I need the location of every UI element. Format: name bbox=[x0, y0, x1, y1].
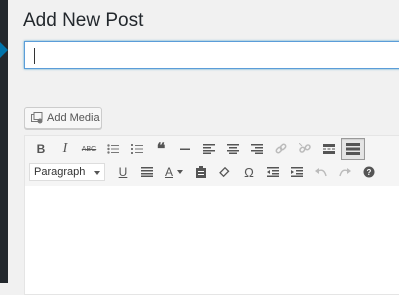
toolbar-row-1: B I ABC ❝ bbox=[29, 137, 365, 161]
post-editor: B I ABC ❝ Paragraph U A Ω ? bbox=[24, 135, 399, 295]
paragraph-format-value: Paragraph bbox=[34, 166, 86, 178]
editor-content-area[interactable] bbox=[25, 186, 399, 294]
svg-text:?: ? bbox=[367, 168, 372, 177]
add-media-button[interactable]: Add Media bbox=[24, 107, 102, 129]
numbered-list-button[interactable] bbox=[125, 138, 149, 160]
strikethrough-button[interactable]: ABC bbox=[77, 138, 101, 160]
numbered-list-icon bbox=[131, 144, 143, 154]
eraser-icon bbox=[219, 166, 230, 178]
current-menu-pointer bbox=[0, 42, 8, 58]
justify-icon bbox=[141, 167, 153, 177]
align-right-icon bbox=[251, 144, 263, 154]
clipboard-icon bbox=[196, 166, 206, 178]
toolbar-row-2: Paragraph U A Ω ? bbox=[29, 160, 381, 184]
underline-button[interactable]: U bbox=[111, 161, 135, 183]
indent-button[interactable] bbox=[285, 161, 309, 183]
special-character-button[interactable]: Ω bbox=[237, 161, 261, 183]
toolbar-toggle-button[interactable] bbox=[341, 138, 365, 160]
paste-as-text-button[interactable] bbox=[189, 161, 213, 183]
outdent-icon bbox=[267, 167, 279, 177]
page-title: Add New Post bbox=[23, 10, 144, 31]
align-left-icon bbox=[203, 144, 215, 154]
horizontal-line-button[interactable] bbox=[173, 138, 197, 160]
undo-button[interactable] bbox=[309, 161, 333, 183]
undo-icon bbox=[315, 168, 327, 177]
indent-icon bbox=[291, 167, 303, 177]
bold-button[interactable]: B bbox=[29, 138, 53, 160]
insert-link-button[interactable] bbox=[269, 138, 293, 160]
add-media-label: Add Media bbox=[47, 112, 100, 124]
outdent-button[interactable] bbox=[261, 161, 285, 183]
editor-toolbar: B I ABC ❝ Paragraph U A Ω ? bbox=[25, 136, 399, 187]
redo-icon bbox=[339, 168, 351, 177]
align-center-icon bbox=[227, 144, 239, 154]
remove-link-button[interactable] bbox=[293, 138, 317, 160]
help-icon: ? bbox=[363, 166, 375, 178]
italic-button[interactable]: I bbox=[53, 138, 77, 160]
bulleted-list-icon bbox=[107, 144, 119, 154]
text-color-icon: A bbox=[164, 165, 173, 179]
toolbar-toggle-icon bbox=[346, 143, 360, 155]
keyboard-shortcuts-button[interactable]: ? bbox=[357, 161, 381, 183]
horizontal-line-icon bbox=[180, 148, 190, 150]
blockquote-button[interactable]: ❝ bbox=[149, 138, 173, 160]
bulleted-list-button[interactable] bbox=[101, 138, 125, 160]
media-icon bbox=[31, 112, 43, 124]
unlink-icon bbox=[299, 143, 311, 153]
paragraph-format-select[interactable]: Paragraph bbox=[29, 163, 105, 181]
redo-button[interactable] bbox=[333, 161, 357, 183]
read-more-icon bbox=[323, 144, 335, 154]
text-caret bbox=[34, 48, 35, 64]
chevron-down-icon bbox=[177, 170, 183, 174]
align-center-button[interactable] bbox=[221, 138, 245, 160]
align-left-button[interactable] bbox=[197, 138, 221, 160]
link-icon bbox=[275, 143, 287, 154]
clear-formatting-button[interactable] bbox=[213, 161, 237, 183]
justify-button[interactable] bbox=[135, 161, 159, 183]
read-more-button[interactable] bbox=[317, 138, 341, 160]
chevron-down-icon bbox=[94, 171, 100, 175]
align-right-button[interactable] bbox=[245, 138, 269, 160]
text-color-button[interactable]: A bbox=[159, 161, 189, 183]
post-title-input[interactable] bbox=[24, 41, 399, 69]
